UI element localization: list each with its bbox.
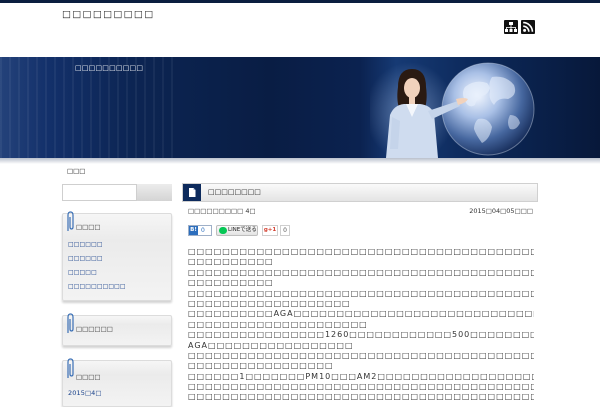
paperclip-icon <box>67 211 74 231</box>
post-date: 2015□04□05□□□ <box>469 207 533 215</box>
body-line: □□□□□□□□□□□□□□□□□□□□□□□□□□□□□□□□□□□□□□□□… <box>188 247 534 256</box>
site-title[interactable]: □□□□□□□□□ <box>62 8 154 21</box>
post-title[interactable]: □□□□□□□□ <box>208 184 261 201</box>
body-line: □□□□□□□□□□□□□□□□□ <box>188 361 334 371</box>
body-line: □□□□□□□□□□□□□□□□□□□□□□□□□□□□□□□□□□□□□□□□… <box>188 267 534 277</box>
line-share-label: LINEで送る <box>228 227 257 233</box>
body-line: □□□□□□□□□□AGA□□□□□□□□□□□□□□□□□□□□□□□□□□□… <box>188 309 534 319</box>
sidebar-link[interactable]: □□□□□□□□□□ <box>68 282 126 291</box>
line-share-button[interactable]: LINEで送る <box>216 225 258 236</box>
search-button[interactable] <box>137 184 172 201</box>
hatena-icon: B! <box>189 226 198 235</box>
body-line: □□□□□□□□□□□□□□□□□□□□□□□□□□□□□□□□□□□□□□□□… <box>188 350 534 360</box>
body-line: □□□□□□1□□□□□□□PM10□□□AM2□□□□□□□□□□□□□□□□… <box>188 371 534 381</box>
sidebar-link[interactable]: □□□□□ <box>68 268 97 277</box>
rss-icon[interactable] <box>521 20 535 34</box>
breadcrumb-home[interactable]: □□□ <box>67 167 85 176</box>
sidebar-link[interactable]: □□□□□□ <box>68 240 103 249</box>
body-line: □□□□□□□□□□ <box>188 278 274 288</box>
banner-shadow <box>0 158 600 164</box>
site-tagline: □□□□□□□□□□ <box>75 64 144 72</box>
post-body: □□□□□□□□□□□□□□□□□□□□□□□□□□□□□□□□□□□□□□□□… <box>188 247 534 403</box>
body-line: □□□□□□□□□□□□□□□□□□□□□□□□□□□□□□□□□□□□□□□□… <box>188 288 534 298</box>
gplus-count: 0 <box>280 225 290 236</box>
document-icon <box>183 184 201 201</box>
sidebar-link[interactable]: □□□□□□ <box>68 254 103 263</box>
widget-title: □□□□□□ <box>76 325 113 333</box>
body-line: □□□□□□□□□□□□□□□□□□□□□□□□□□□□□□□□□□□□□□□□… <box>188 382 534 392</box>
header-banner: □□□□□□□□□□ <box>0 57 600 158</box>
paperclip-icon <box>67 313 74 333</box>
gplus-button[interactable]: g+1 <box>262 225 278 236</box>
body-line: □□□□□□□□□□□□□□□□□□□□□□□□□□□□□□□□□□□□□□□□… <box>188 392 534 402</box>
post-category[interactable]: □□□□□□□□□ 4□ <box>188 207 256 216</box>
body-line: □□□□□□□□□□□□□□□□□□□ <box>188 298 351 308</box>
banner-image <box>370 62 535 158</box>
body-line: □□□□□□□□□□□□□□□□1260□□□□□□□□□□□□500□□□□□… <box>188 330 534 340</box>
sidebar-widget-recent: □□□□□□ <box>62 313 172 346</box>
hatena-count: 0 <box>201 227 205 234</box>
line-icon <box>219 227 227 234</box>
body-line: □□□□□□□□□□ <box>188 257 274 267</box>
body-line: □□□□□□□□□□□□□□□□□□□□□ <box>188 319 368 329</box>
paperclip-icon <box>67 358 74 378</box>
archive-link[interactable]: 2015□4□ <box>68 389 102 398</box>
sidebar-widget-pages: □□□□ □□□□□□ □□□□□□ □□□□□ □□□□□□□□□□ <box>62 211 172 301</box>
search-input[interactable] <box>62 184 137 201</box>
body-line: AGA□□□□□□□□□□□□□□□□□ <box>188 340 354 350</box>
post-title-bar: □□□□□□□□ <box>182 183 538 202</box>
widget-title: □□□□ <box>76 223 101 231</box>
globe-graphic <box>441 62 535 156</box>
hatena-bookmark-button[interactable]: B! 0 <box>188 225 212 236</box>
widget-title: □□□□ <box>76 373 101 381</box>
sitemap-icon[interactable] <box>504 20 518 34</box>
